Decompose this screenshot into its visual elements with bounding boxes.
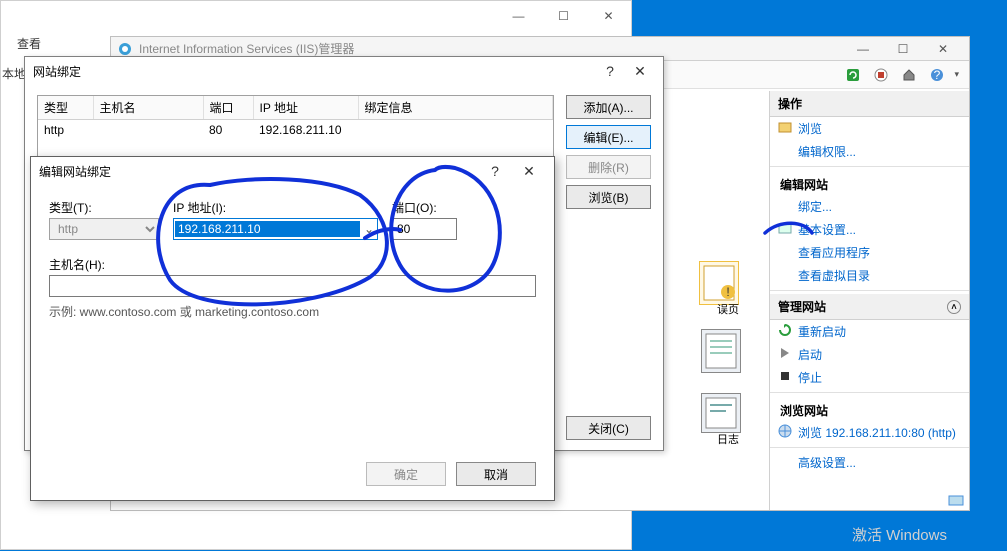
bindings-close-button[interactable]: ✕ (625, 63, 655, 80)
host-input[interactable] (49, 275, 536, 297)
col-type[interactable]: 类型 (38, 96, 93, 120)
explore-icon (778, 120, 792, 134)
action-browse-url[interactable]: 浏览 192.168.211.10:80 (http) (770, 421, 969, 444)
section-manage-site: 管理网站 ˄ (770, 294, 969, 320)
col-host[interactable]: 主机名 (93, 96, 203, 120)
table-row[interactable]: http 80 192.168.211.10 (38, 120, 553, 141)
actions-pane: 操作 浏览 编辑权限... 编辑网站 绑定... 基本设置... 查看应用程序 … (769, 91, 969, 510)
collapse-icon[interactable]: ˄ (947, 300, 961, 314)
label-ip: IP 地址(I): (173, 199, 378, 216)
settings-icon (778, 221, 792, 235)
edit-help-button[interactable]: ? (478, 157, 512, 185)
remove-button: 删除(R) (566, 155, 651, 179)
ip-combobox[interactable]: 192.168.211.10 ⌄ (173, 218, 378, 240)
section-browse-site: 浏览网站 (770, 396, 969, 421)
close-dialog-button[interactable]: 关闭(C) (566, 416, 651, 440)
toolbar-home-icon[interactable] (898, 64, 920, 86)
edit-button[interactable]: 编辑(E)... (566, 125, 651, 149)
bindings-buttons: 添加(A)... 编辑(E)... 删除(R) 浏览(B) 关闭(C) (566, 95, 651, 440)
feature-label-logging: 日志 (717, 431, 739, 447)
actions-header: 操作 (770, 91, 969, 117)
feature-icon-logging[interactable] (701, 393, 741, 433)
feature-label-error-pages: 误页 (717, 301, 739, 317)
label-host: 主机名(H): (49, 256, 536, 273)
browse-button[interactable]: 浏览(B) (566, 185, 651, 209)
iis-local-label: 本地 (2, 65, 26, 82)
bg-close-button[interactable]: ✕ (586, 1, 631, 31)
bg-min-button[interactable]: — (496, 1, 541, 31)
bg-titlebar: — ☐ ✕ (1, 1, 631, 31)
col-info[interactable]: 绑定信息 (358, 96, 553, 120)
col-port[interactable]: 端口 (203, 96, 253, 120)
toolbar-stop-icon[interactable] (870, 64, 892, 86)
action-stop[interactable]: 停止 (770, 366, 969, 389)
action-restart[interactable]: 重新启动 (770, 320, 969, 343)
iis-title: Internet Information Services (IIS)管理器 (139, 40, 354, 57)
stop-icon (778, 369, 792, 383)
action-view-vdirs[interactable]: 查看虚拟目录 (770, 264, 969, 287)
iis-min-button[interactable]: — (843, 42, 883, 56)
toolbar-dropdown-icon[interactable]: ▾ (954, 69, 959, 80)
edit-title: 编辑网站绑定 (39, 163, 478, 180)
restart-icon (778, 323, 792, 337)
edit-binding-dialog: 编辑网站绑定 ? ✕ 类型(T): http IP 地址(I): 192.168… (30, 156, 555, 501)
col-ip[interactable]: IP 地址 (253, 96, 358, 120)
action-start[interactable]: 启动 (770, 343, 969, 366)
iis-status-icon (947, 492, 969, 510)
action-view-apps[interactable]: 查看应用程序 (770, 241, 969, 264)
type-select: http (49, 218, 159, 240)
action-basic-settings[interactable]: 基本设置... (770, 218, 969, 241)
globe-icon (778, 424, 792, 438)
port-input[interactable] (392, 218, 457, 240)
svg-text:!: ! (726, 285, 729, 299)
edit-titlebar: 编辑网站绑定 ? ✕ (31, 157, 554, 185)
edit-close-button[interactable]: ✕ (512, 157, 546, 185)
add-button[interactable]: 添加(A)... (566, 95, 651, 119)
action-advanced[interactable]: 高级设置... (770, 451, 969, 474)
action-browse[interactable]: 浏览 (770, 117, 969, 140)
svg-text:?: ? (934, 68, 941, 82)
label-port: 端口(O): (392, 199, 457, 216)
section-edit-site: 编辑网站 (770, 170, 969, 195)
feature-icon-error-pages[interactable]: ! (699, 261, 739, 305)
feature-icon-default-doc[interactable] (701, 329, 741, 373)
bindings-titlebar: 网站绑定 ? ✕ (25, 57, 663, 85)
activate-windows-watermark: 激活 Windows (852, 524, 947, 545)
iis-close-button[interactable]: ✕ (923, 42, 963, 56)
action-bindings[interactable]: 绑定... (770, 195, 969, 218)
start-icon (778, 346, 792, 360)
iis-max-button[interactable]: ☐ (883, 42, 923, 56)
cancel-button[interactable]: 取消 (456, 462, 536, 486)
bg-max-button[interactable]: ☐ (541, 1, 586, 31)
toolbar-help-icon[interactable]: ? (926, 64, 948, 86)
bindings-title: 网站绑定 (33, 63, 595, 80)
iis-icon (117, 41, 133, 57)
label-type: 类型(T): (49, 199, 159, 216)
toolbar-refresh-icon[interactable] (842, 64, 864, 86)
ip-value[interactable]: 192.168.211.10 (175, 221, 360, 237)
ok-button: 确定 (366, 462, 446, 486)
host-example: 示例: www.contoso.com 或 marketing.contoso.… (49, 303, 536, 320)
chevron-down-icon[interactable]: ⌄ (361, 222, 377, 236)
bindings-help-button[interactable]: ? (595, 63, 625, 79)
action-edit-permissions[interactable]: 编辑权限... (770, 140, 969, 163)
